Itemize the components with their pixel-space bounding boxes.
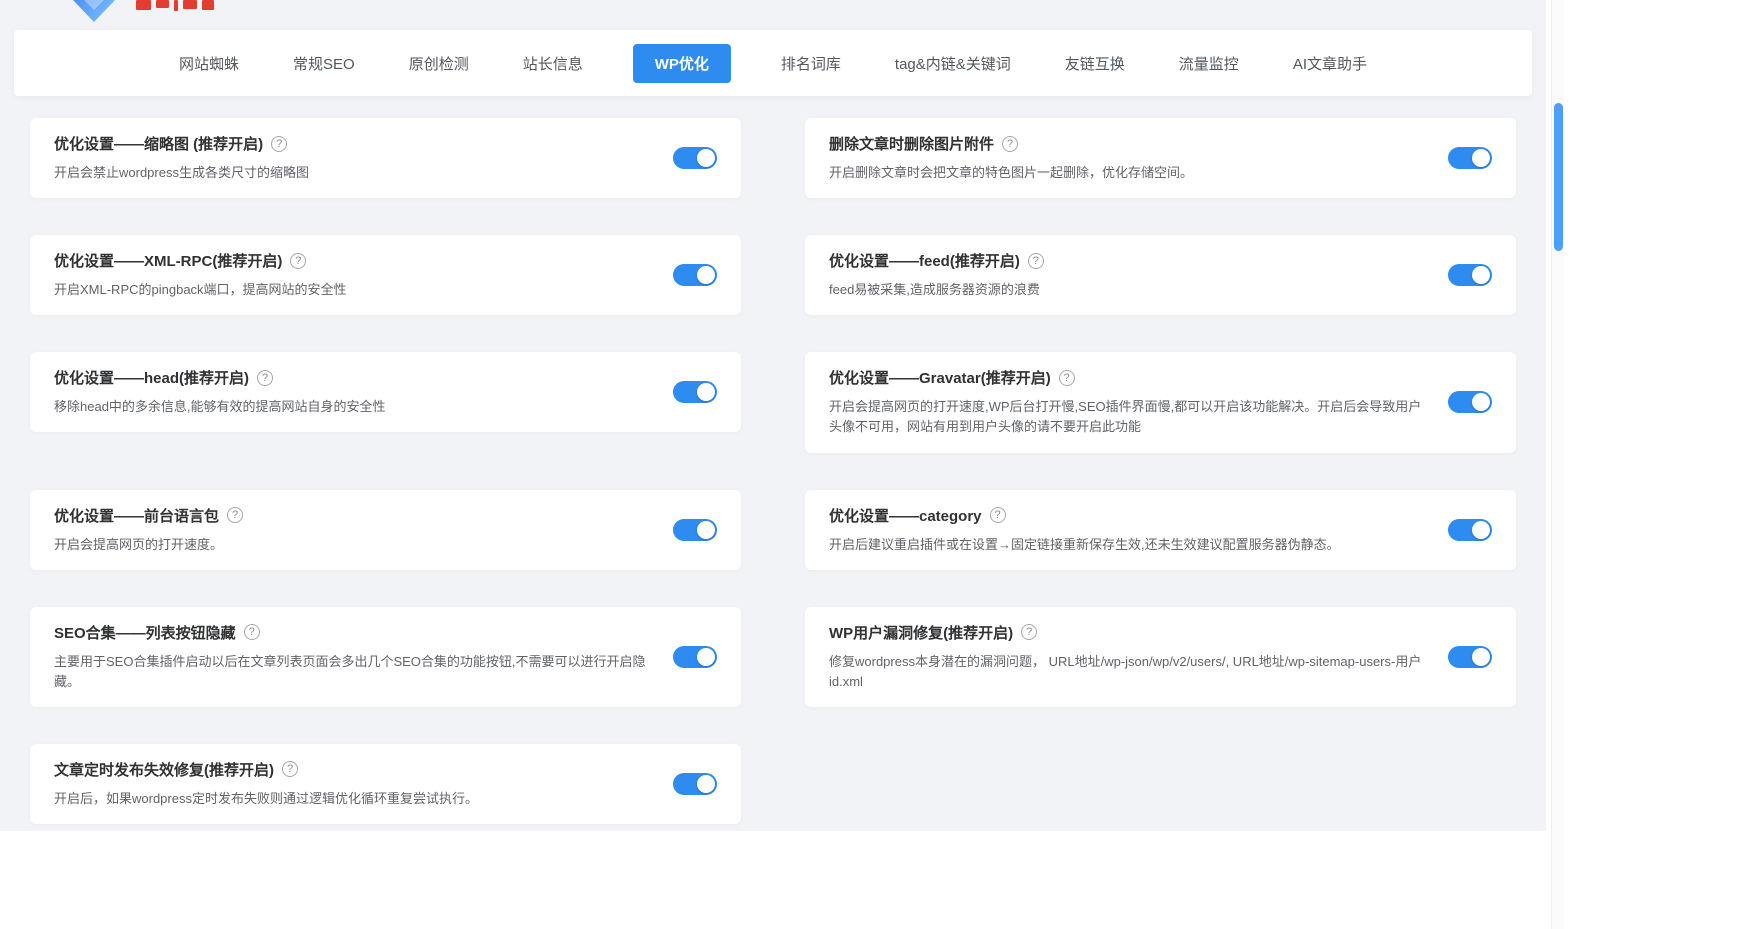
setting-text: 删除文章时删除图片附件 ? 开启删除文章时会把文章的特色图片一起删除，优化存储空… [829,133,1424,183]
setting-description: 开启会提高网页的打开速度。 [54,535,649,555]
settings-page: 网站蜘蛛 常规SEO 原创检测 站长信息 WP优化 排名词库 tag&内链&关键词 友链互换 流… [0,0,1546,831]
setting-text: 优化设置——Gravatar(推荐开启) ? 开启会提高网页的打开速度,WP后台… [829,367,1424,437]
nav-tab-4[interactable]: 站长信息 [519,44,587,83]
toggle-switch[interactable] [673,381,717,403]
setting-text: 优化设置——前台语言包 ? 开启会提高网页的打开速度。 [54,505,649,555]
toggle-switch[interactable] [1448,147,1492,169]
toggle-knob [697,266,715,284]
toggle-switch[interactable] [1448,264,1492,286]
help-icon[interactable]: ? [990,507,1006,523]
help-icon[interactable]: ? [290,253,306,269]
nav-tab-9[interactable]: 流量监控 [1175,44,1243,83]
toggle-knob [697,149,715,167]
toggle-knob [1472,648,1490,666]
nav-tab-7[interactable]: tag&内链&关键词 [891,44,1015,83]
nav-tabs: 网站蜘蛛 常规SEO 原创检测 站长信息 WP优化 排名词库 tag&内链&关键词 友链互换 流… [175,44,1371,83]
toggle-knob [697,648,715,666]
setting-description: 开启删除文章时会把文章的特色图片一起删除，优化存储空间。 [829,163,1424,183]
scrollbar-thumb[interactable] [1554,103,1563,251]
toggle-switch[interactable] [1448,391,1492,413]
setting-description: feed易被采集,造成服务器资源的浪费 [829,280,1424,300]
nav-tab-3[interactable]: 原创检测 [405,44,473,83]
toggle-switch[interactable] [673,646,717,668]
help-icon[interactable]: ? [1028,253,1044,269]
site-logo [70,0,214,24]
setting-card: 优化设置——feed(推荐开启) ? feed易被采集,造成服务器资源的浪费 [805,235,1516,315]
help-icon[interactable]: ? [1021,624,1037,640]
toggle-switch[interactable] [1448,519,1492,541]
setting-title: 优化设置——feed(推荐开启) [829,250,1020,271]
help-icon[interactable]: ? [227,507,243,523]
setting-card: 优化设置——缩略图 (推荐开启) ? 开启会禁止wordpress生成各类尺寸的… [30,118,741,198]
setting-text: 优化设置——XML-RPC(推荐开启) ? 开启XML-RPC的pingback… [54,250,649,300]
setting-title: WP用户漏洞修复(推荐开启) [829,622,1013,643]
help-icon[interactable]: ? [282,761,298,777]
nav-tab-5[interactable]: WP优化 [633,44,731,83]
toggle-knob [697,521,715,539]
setting-card: SEO合集——列表按钮隐藏 ? 主要用于SEO合集插件启动以后在文章列表页面会多… [30,607,741,707]
setting-card: 删除文章时删除图片附件 ? 开启删除文章时会把文章的特色图片一起删除，优化存储空… [805,118,1516,198]
setting-description: 移除head中的多余信息,能够有效的提高网站自身的安全性 [54,397,649,417]
setting-description: 开启会禁止wordpress生成各类尺寸的缩略图 [54,163,649,183]
setting-description: 开启后建议重启插件或在设置→固定链接重新保存生效,还未生效建议配置服务器伪静态。 [829,535,1424,555]
toggle-switch[interactable] [673,519,717,541]
setting-text: SEO合集——列表按钮隐藏 ? 主要用于SEO合集插件启动以后在文章列表页面会多… [54,622,649,692]
help-icon[interactable]: ? [271,136,287,152]
setting-title: 优化设置——前台语言包 [54,505,219,526]
logo-text-fragment [136,0,214,24]
setting-card: 优化设置——Gravatar(推荐开启) ? 开启会提高网页的打开速度,WP后台… [805,352,1516,452]
toggle-knob [697,775,715,793]
setting-title: 优化设置——category [829,505,982,526]
setting-title: 优化设置——XML-RPC(推荐开启) [54,250,282,271]
help-icon[interactable]: ? [244,624,260,640]
setting-text: WP用户漏洞修复(推荐开启) ? 修复wordpress本身潜在的漏洞问题， U… [829,622,1424,692]
help-icon[interactable]: ? [1002,136,1018,152]
settings-grid: 优化设置——缩略图 (推荐开启) ? 开启会禁止wordpress生成各类尺寸的… [14,96,1532,824]
setting-description: 开启会提高网页的打开速度,WP后台打开慢,SEO插件界面慢,都可以开启该功能解决… [829,397,1424,437]
setting-title: 优化设置——缩略图 (推荐开启) [54,133,263,154]
setting-text: 优化设置——feed(推荐开启) ? feed易被采集,造成服务器资源的浪费 [829,250,1424,300]
nav-tab-8[interactable]: 友链互换 [1061,44,1129,83]
toggle-switch[interactable] [673,264,717,286]
toggle-knob [1472,521,1490,539]
setting-title: 删除文章时删除图片附件 [829,133,994,154]
setting-card: 优化设置——XML-RPC(推荐开启) ? 开启XML-RPC的pingback… [30,235,741,315]
nav-tab-2[interactable]: 常规SEO [289,44,359,83]
toggle-knob [1472,149,1490,167]
setting-description: 开启后，如果wordpress定时发布失败则通过逻辑优化循环重复尝试执行。 [54,789,649,809]
setting-card: 优化设置——head(推荐开启) ? 移除head中的多余信息,能够有效的提高网… [30,352,741,432]
logo-icon [70,0,118,24]
setting-text: 文章定时发布失效修复(推荐开启) ? 开启后，如果wordpress定时发布失败… [54,759,649,809]
setting-card: 优化设置——category ? 开启后建议重启插件或在设置→固定链接重新保存生… [805,490,1516,570]
nav-tab-1[interactable]: 网站蜘蛛 [175,44,243,83]
setting-card: 文章定时发布失效修复(推荐开启) ? 开启后，如果wordpress定时发布失败… [30,744,741,824]
help-icon[interactable]: ? [1059,370,1075,386]
setting-description: 主要用于SEO合集插件启动以后在文章列表页面会多出几个SEO合集的功能按钮,不需… [54,652,649,692]
setting-text: 优化设置——category ? 开启后建议重启插件或在设置→固定链接重新保存生… [829,505,1424,555]
toggle-knob [1472,266,1490,284]
help-icon[interactable]: ? [257,370,273,386]
setting-text: 优化设置——缩略图 (推荐开启) ? 开启会禁止wordpress生成各类尺寸的… [54,133,649,183]
scrollbar-track[interactable] [1551,0,1564,929]
setting-title: 文章定时发布失效修复(推荐开启) [54,759,274,780]
toggle-knob [1472,393,1490,411]
toggle-knob [697,383,715,401]
toggle-switch[interactable] [1448,646,1492,668]
nav-tab-10[interactable]: AI文章助手 [1289,44,1371,83]
nav-tab-6[interactable]: 排名词库 [777,44,845,83]
setting-card: WP用户漏洞修复(推荐开启) ? 修复wordpress本身潜在的漏洞问题， U… [805,607,1516,707]
setting-title: SEO合集——列表按钮隐藏 [54,622,236,643]
toggle-switch[interactable] [673,773,717,795]
setting-title: 优化设置——Gravatar(推荐开启) [829,367,1051,388]
setting-card: 优化设置——前台语言包 ? 开启会提高网页的打开速度。 [30,490,741,570]
top-navigation: 网站蜘蛛 常规SEO 原创检测 站长信息 WP优化 排名词库 tag&内链&关键词 友链互换 流… [14,30,1532,96]
setting-title: 优化设置——head(推荐开启) [54,367,249,388]
setting-description: 开启XML-RPC的pingback端口，提高网站的安全性 [54,280,649,300]
setting-description: 修复wordpress本身潜在的漏洞问题， URL地址/wp-json/wp/v… [829,652,1424,692]
toggle-switch[interactable] [673,147,717,169]
setting-text: 优化设置——head(推荐开启) ? 移除head中的多余信息,能够有效的提高网… [54,367,649,417]
